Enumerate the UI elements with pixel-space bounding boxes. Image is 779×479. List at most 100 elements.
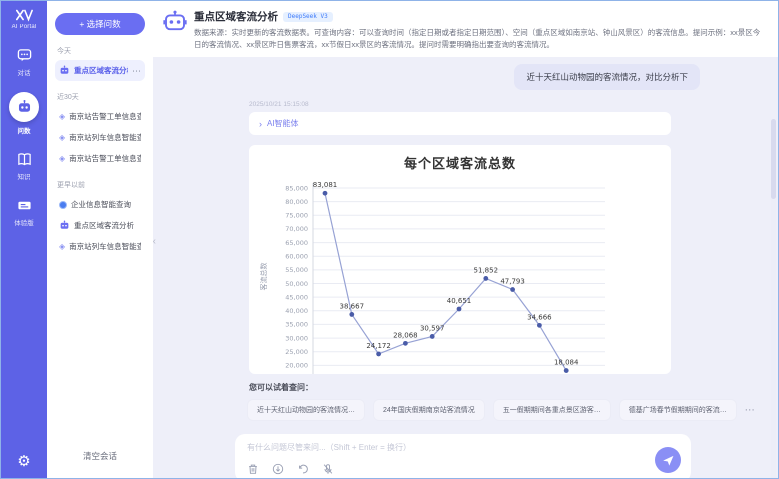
svg-text:45,000: 45,000 <box>285 294 308 302</box>
svg-text:80,000: 80,000 <box>285 198 308 206</box>
agent-steps-panel[interactable]: AI智能体 <box>249 112 671 135</box>
circle-icon <box>59 201 67 209</box>
svg-text:38,667: 38,667 <box>340 303 365 311</box>
download-circle-icon[interactable] <box>272 463 284 475</box>
knowledge-icon <box>15 150 33 168</box>
section-title-30days: 近30天 <box>57 92 143 102</box>
rail-item-beta[interactable]: 体验版 <box>14 196 34 227</box>
session-sidebar: + 选择问数 今天 重点区域客流分析 近30天 南京站告警工单信息查询 南京站列… <box>47 1 153 478</box>
svg-text:40,651: 40,651 <box>447 297 472 305</box>
sidebar-item-session[interactable]: 企业信息智能查询 <box>55 194 145 215</box>
model-badge: DeepSeek V3 <box>283 12 333 22</box>
undo-icon[interactable] <box>297 463 309 475</box>
svg-text:30,597: 30,597 <box>420 325 445 333</box>
diamond-icon <box>59 113 65 121</box>
scrollbar-track[interactable] <box>771 119 776 478</box>
sidebar-item-label: 重点区域客流分析 <box>74 220 141 231</box>
main-area: 重点区域客流分析 DeepSeek V3 数据来源：实时更新的客流数据表。可查询… <box>153 1 778 478</box>
section-title-earlier: 更早以前 <box>57 180 143 190</box>
composer-toolbar <box>247 463 679 475</box>
diamond-icon <box>59 134 65 142</box>
message-composer <box>235 434 691 478</box>
agent-panel-label: AI智能体 <box>267 118 299 129</box>
svg-text:83,081: 83,081 <box>313 181 338 189</box>
svg-text:25,000: 25,000 <box>285 348 308 356</box>
svg-text:24,172: 24,172 <box>366 342 391 350</box>
clear-session-button[interactable]: 清空会话 <box>55 444 145 468</box>
new-session-button[interactable]: + 选择问数 <box>55 13 145 35</box>
logo-icon <box>15 8 33 22</box>
sidebar-item-session[interactable]: 南京站告警工单信息查询 <box>55 148 145 169</box>
svg-text:47,793: 47,793 <box>500 278 524 286</box>
sidebar-item-label: 重点区域客流分析 <box>74 65 128 76</box>
chart-title: 每个区域客流总数 <box>255 153 665 172</box>
svg-text:65,000: 65,000 <box>285 239 308 247</box>
svg-text:28,068: 28,068 <box>393 332 418 340</box>
suggestion-chip[interactable]: 近十天红山动物园的客流情况… <box>247 399 365 421</box>
chat-area: 近十天红山动物园的客流情况，对比分析下 2025/10/21 15:15:08 … <box>153 57 778 478</box>
logo-text: AI Portal <box>12 24 37 30</box>
robot-avatar-icon <box>163 10 187 34</box>
agent-description: 数据来源：实时更新的客流数据表。可查询内容：可以查询时间（指定日期或者指定日期范… <box>194 27 764 50</box>
sidebar-item-session[interactable]: 重点区域客流分析 <box>55 60 145 81</box>
app-logo: AI Portal <box>12 8 37 30</box>
rail-item-label: 对话 <box>18 67 31 77</box>
sidebar-item-label: 南京站列车信息智能查询 <box>69 241 141 252</box>
sidebar-item-session[interactable]: 南京站列车信息智能查询 <box>55 236 145 257</box>
suggestion-chips: 近十天红山动物园的客流情况… 24年国庆假期南京站客流情况 五一假期期间各重点景… <box>247 399 778 421</box>
beta-icon <box>15 196 33 214</box>
rail-item-ask-data[interactable]: 问数 <box>9 92 39 135</box>
nav-rail: AI Portal 对话 问数 知识 体验版 <box>1 1 47 478</box>
rail-item-label: 知识 <box>18 171 31 181</box>
svg-text:34,666: 34,666 <box>527 314 552 322</box>
svg-text:55,000: 55,000 <box>285 266 308 274</box>
chat-icon <box>15 46 33 64</box>
suggestions-label: 您可以试着查问： <box>249 382 778 393</box>
robot-icon <box>59 65 70 76</box>
sidebar-item-label: 南京站告警工单信息查询 <box>69 153 141 164</box>
scrollbar-thumb[interactable] <box>771 119 776 199</box>
sidebar-item-label: 企业信息智能查询 <box>71 199 141 210</box>
page-title: 重点区域客流分析 <box>194 9 278 24</box>
svg-text:75,000: 75,000 <box>285 212 308 220</box>
user-message-bubble: 近十天红山动物园的客流情况，对比分析下 <box>514 64 700 90</box>
suggestion-chip[interactable]: 五一假期期间各重点景区游客… <box>493 399 611 421</box>
section-title-today: 今天 <box>57 46 143 56</box>
sidebar-item-session[interactable]: 南京站告警工单信息查询 <box>55 106 145 127</box>
app-window: AI Portal 对话 问数 知识 体验版 <box>0 0 779 479</box>
sidebar-item-label: 南京站告警工单信息查询 <box>69 111 141 122</box>
item-menu-icon[interactable] <box>132 69 141 73</box>
rail-item-chat[interactable]: 对话 <box>15 46 33 77</box>
message-input[interactable] <box>247 442 627 456</box>
rail-item-knowledge[interactable]: 知识 <box>15 150 33 181</box>
sidebar-item-session[interactable]: 重点区域客流分析 <box>55 215 145 236</box>
message-timestamp: 2025/10/21 15:15:08 <box>249 101 778 108</box>
sidebar-item-session[interactable]: 南京站列车信息智能查询 <box>55 127 145 148</box>
svg-text:35,000: 35,000 <box>285 321 308 329</box>
chart-card: 每个区域客流总数 85,00080,00075,00070,00065,0006… <box>249 145 671 374</box>
trash-icon[interactable] <box>247 463 259 475</box>
rail-item-label: 问数 <box>18 125 31 135</box>
svg-text:85,000: 85,000 <box>285 185 308 193</box>
svg-text:50,000: 50,000 <box>285 280 308 288</box>
svg-text:70,000: 70,000 <box>285 225 308 233</box>
diamond-icon <box>59 243 65 251</box>
gear-icon[interactable] <box>17 452 30 470</box>
flow-line-chart: 85,00080,00075,00070,00065,00060,00055,0… <box>255 174 665 374</box>
send-icon <box>663 455 674 466</box>
svg-text:客流总数: 客流总数 <box>259 263 268 291</box>
suggestion-chip[interactable]: 德基广场春节假期期间的客流… <box>619 399 737 421</box>
svg-text:40,000: 40,000 <box>285 307 308 315</box>
svg-text:51,852: 51,852 <box>474 267 499 275</box>
suggestion-chip[interactable]: 24年国庆假期南京站客流情况 <box>373 399 485 421</box>
mic-off-icon[interactable] <box>322 463 334 475</box>
robot-icon <box>59 220 70 231</box>
more-suggestions-icon[interactable] <box>745 405 756 416</box>
svg-text:20,000: 20,000 <box>285 362 308 370</box>
svg-text:30,000: 30,000 <box>285 335 308 343</box>
ask-data-icon <box>9 92 39 122</box>
chevron-right-icon <box>259 119 262 129</box>
svg-text:18,084: 18,084 <box>554 359 579 367</box>
rail-item-label: 体验版 <box>14 217 34 227</box>
agent-header: 重点区域客流分析 DeepSeek V3 数据来源：实时更新的客流数据表。可查询… <box>153 1 778 57</box>
